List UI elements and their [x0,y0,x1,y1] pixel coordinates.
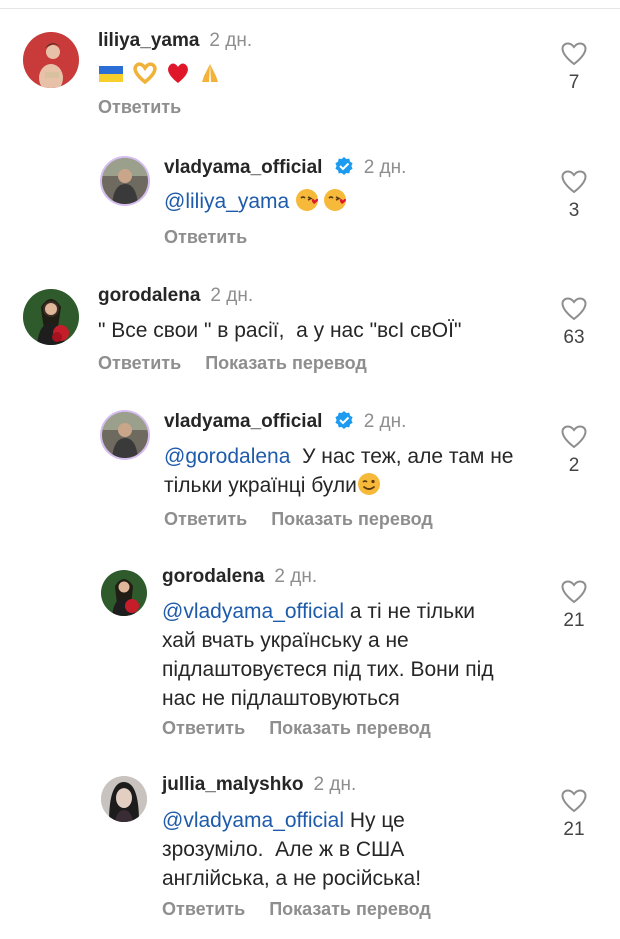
reply-button[interactable]: Ответить [164,509,247,529]
username[interactable]: liliya_yama [98,30,199,51]
show-translation-button[interactable]: Показать перевод [269,718,431,738]
comment-actions: Ответить Показать перевод [162,718,455,739]
like-count: 2 [568,455,580,476]
timestamp: 2 дн. [210,285,254,306]
comment-text-line: У нас теж, але там не [290,445,514,468]
comment-header: jullia_malyshko 2 дн. [162,774,356,796]
ukraine-flag-emoji [98,63,124,92]
comment-text-line: тільки українці були [164,474,357,497]
like-count: 63 [563,327,585,348]
comment-text-line: нас не підлаштовуються [162,687,400,710]
comment-text [98,59,224,92]
face-blowing-kiss-emoji [295,188,321,220]
winking-face-emoji [357,472,381,504]
mention-link[interactable]: @liliya_yama [164,190,289,213]
heart-icon[interactable] [561,170,587,194]
like-control: 3 [556,170,592,222]
username[interactable]: vladyama_official [164,411,322,432]
heart-icon[interactable] [561,425,587,449]
show-translation-button[interactable]: Показать перевод [205,353,367,373]
username[interactable]: vladyama_official [164,157,322,178]
comment-header: gorodalena 2 дн. [162,566,317,588]
mention-link[interactable]: @vladyama_official [162,809,344,832]
like-control: 21 [556,580,592,632]
reply-button[interactable]: Ответить [162,899,245,919]
heart-icon[interactable] [561,42,587,66]
show-translation-button[interactable]: Показать перевод [271,509,433,529]
username[interactable]: jullia_malyshko [162,774,304,795]
like-control: 7 [556,42,592,94]
comment-text-line: підлаштовуєтеся під тих. Вони під [162,658,494,681]
comment-text: @vladyama_official а ті не тільки хай вч… [162,597,552,713]
comment-text: @gorodalena У нас теж, але там не тільки… [164,442,554,504]
show-translation-button[interactable]: Показать перевод [269,899,431,919]
verified-badge-icon [335,157,353,175]
reply-button[interactable]: Ответить [98,353,181,373]
username[interactable]: gorodalena [162,566,264,587]
mention-link[interactable]: @vladyama_official [162,600,344,623]
top-divider [0,8,620,9]
timestamp: 2 дн. [274,566,318,587]
comment-text: " Все свои " в расії, а у нас "всІ свОЇ" [98,319,462,342]
timestamp: 2 дн. [363,411,407,432]
like-count: 21 [563,610,585,631]
heart-icon[interactable] [561,789,587,813]
timestamp: 2 дн. [313,774,357,795]
avatar[interactable] [101,776,147,822]
avatar[interactable] [100,156,150,206]
timestamp: 2 дн. [363,157,407,178]
folded-hands-emoji [198,62,222,92]
mention-link[interactable]: @gorodalena [164,445,290,468]
verified-badge-icon [335,411,353,429]
comment-text-line: Ну це [344,809,405,832]
like-control: 63 [556,297,592,349]
reply-button[interactable]: Ответить [98,97,181,117]
avatar[interactable] [101,570,147,616]
comment-text: @liliya_yama [164,187,351,220]
like-count: 21 [563,819,585,840]
red-heart-emoji [166,62,190,92]
comment-text-line: англійська, а не російська! [162,867,422,890]
comment-text: @vladyama_official Ну це зрозуміло. Але … [162,806,552,893]
comment-header: gorodalena 2 дн. [98,285,253,307]
comment-text-line: хай вчать українську а не [162,629,409,652]
like-control: 21 [556,789,592,841]
face-blowing-kiss-emoji [323,188,349,220]
comment-actions: Ответить Показать перевод [162,899,455,920]
avatar[interactable] [23,289,79,345]
username[interactable]: gorodalena [98,285,200,306]
like-count: 7 [568,72,580,93]
heart-icon[interactable] [561,297,587,321]
avatar[interactable] [23,32,79,88]
like-count: 3 [568,200,580,221]
heart-hands-emoji [132,62,158,92]
comment-header: vladyama_official 2 дн. [164,410,406,433]
avatar[interactable] [100,410,150,460]
comment-actions: Ответить Показать перевод [164,509,457,530]
comment-text-line: зрозуміло. Але ж в США [162,838,405,861]
reply-button[interactable]: Ответить [164,227,247,247]
reply-button[interactable]: Ответить [162,718,245,738]
like-control: 2 [556,425,592,477]
heart-icon[interactable] [561,580,587,604]
comment-actions: Ответить [164,227,271,248]
comment-header: vladyama_official 2 дн. [164,156,406,179]
comment-header: liliya_yama 2 дн. [98,30,252,52]
timestamp: 2 дн. [209,30,253,51]
comment-actions: Ответить Показать перевод [98,353,391,374]
comment-actions: Ответить [98,97,205,118]
comment-text-line: а ті не тільки [344,600,476,623]
